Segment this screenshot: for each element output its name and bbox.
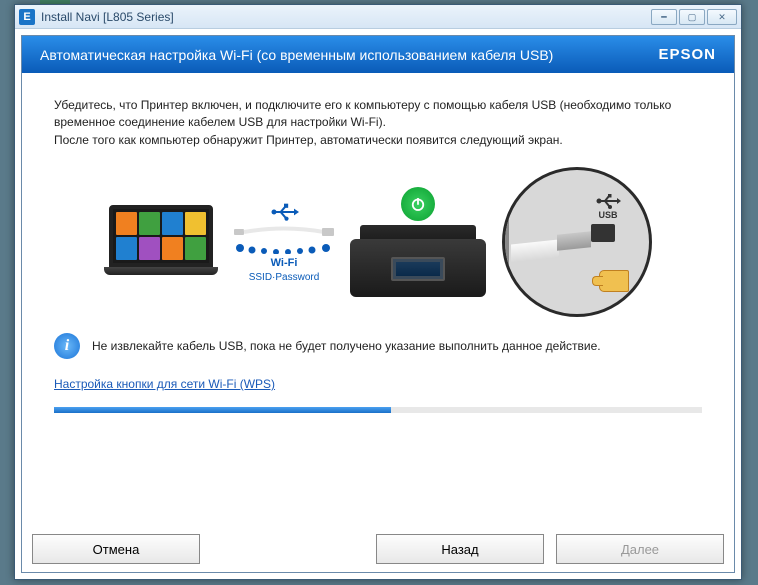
installer-window: E Install Navi [L805 Series] ━ ▢ ✕ Автом…: [14, 4, 742, 580]
warning-text: Не извлекайте кабель USB, пока не будет …: [92, 339, 601, 353]
wps-link[interactable]: Настройка кнопки для сети Wi-Fi (WPS): [54, 377, 275, 391]
back-button[interactable]: Назад: [376, 534, 544, 564]
instruction-text: Убедитесь, что Принтер включен, и подклю…: [54, 97, 702, 149]
hand-icon: [599, 270, 629, 292]
usb-trident-icon: [595, 192, 621, 210]
wizard-header: Автоматическая настройка Wi-Fi (со време…: [22, 36, 734, 73]
window-title: Install Navi [L805 Series]: [41, 10, 651, 24]
warning-row: i Не извлекайте кабель USB, пока не буде…: [54, 333, 702, 359]
connection-labels: Wi-Fi SSID·Password: [234, 202, 334, 283]
wizard-footer: Отмена Назад Далее: [22, 526, 734, 572]
printer-illustration: [350, 225, 486, 297]
cancel-button[interactable]: Отмена: [32, 534, 200, 564]
instruction-line-2: После того как компьютер обнаружит Принт…: [54, 132, 702, 149]
progress-bar: [54, 407, 702, 413]
close-button[interactable]: ✕: [707, 9, 737, 25]
usb-icon: [269, 202, 299, 222]
progress-fill: [54, 407, 391, 413]
next-button[interactable]: Далее: [556, 534, 724, 564]
app-icon: E: [19, 9, 35, 25]
wizard-frame: Автоматическая настройка Wi-Fi (со време…: [21, 35, 735, 573]
usb-port-closeup: USB: [502, 167, 652, 317]
page-title: Автоматическая настройка Wi-Fi (со време…: [40, 47, 553, 63]
titlebar[interactable]: E Install Navi [L805 Series] ━ ▢ ✕: [15, 5, 741, 29]
connection-diagram: Wi-Fi SSID·Password: [54, 167, 702, 317]
brand-logo: EPSON: [658, 46, 716, 63]
laptop-illustration: [104, 205, 218, 279]
minimize-button[interactable]: ━: [651, 9, 677, 25]
usb-cable-illustration: [234, 225, 334, 239]
printer-column: [350, 187, 486, 297]
instruction-line-1: Убедитесь, что Принтер включен, и подклю…: [54, 97, 702, 132]
wizard-content: Убедитесь, что Принтер включен, и подклю…: [22, 73, 734, 526]
window-controls: ━ ▢ ✕: [651, 9, 737, 25]
usb-plug-illustration: [511, 230, 591, 266]
usb-port-label-text: USB: [598, 210, 617, 220]
info-icon: i: [54, 333, 80, 359]
wifi-label: Wi-Fi: [271, 257, 298, 269]
power-icon: [401, 187, 435, 221]
maximize-button[interactable]: ▢: [679, 9, 705, 25]
usb-socket-illustration: [591, 224, 615, 242]
wifi-dots-illustration: [234, 242, 334, 254]
wifi-sublabel: SSID·Password: [249, 272, 320, 283]
